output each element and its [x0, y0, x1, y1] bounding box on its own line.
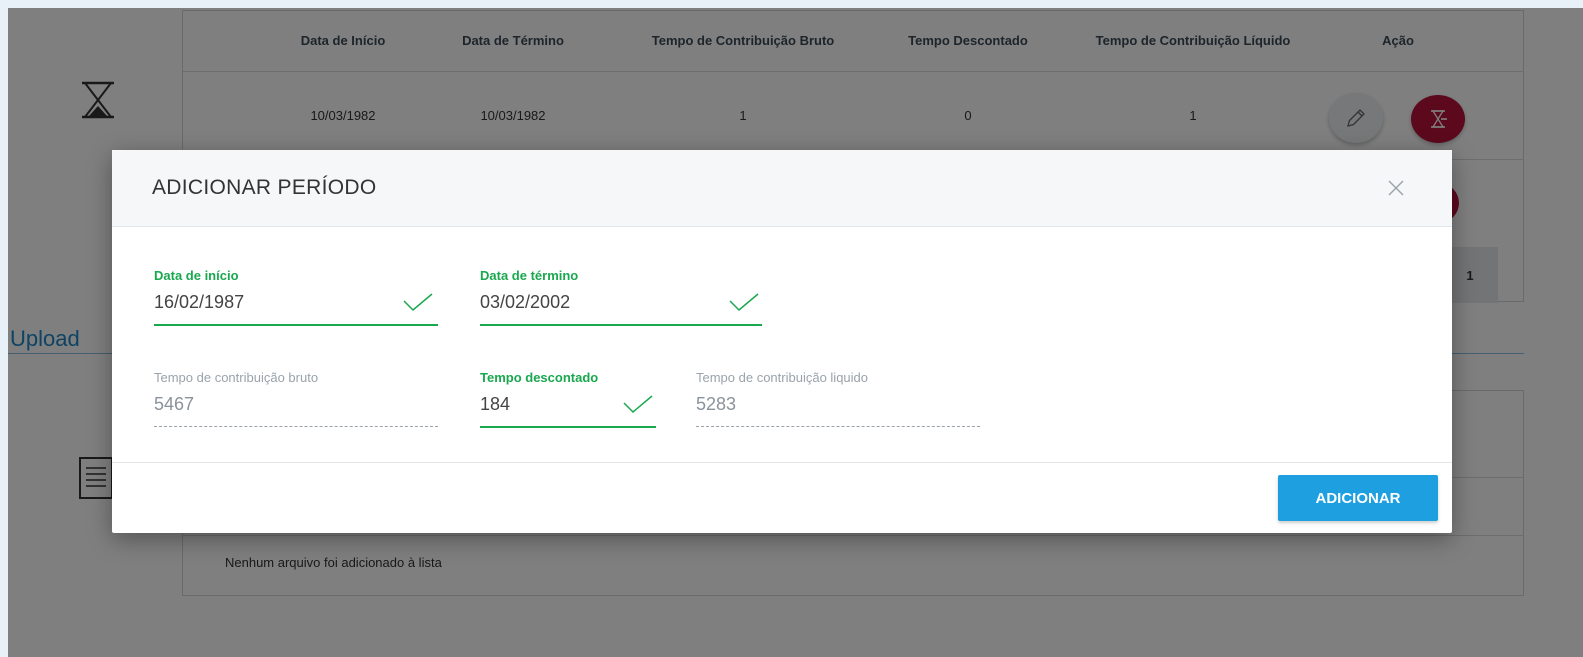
close-icon[interactable] — [1384, 176, 1408, 200]
modal-footer-divider — [112, 462, 1452, 463]
end-date-underline — [480, 324, 762, 326]
add-period-submit-button[interactable]: ADICIONAR — [1278, 475, 1438, 521]
gross-time-label: Tempo de contribuição bruto — [154, 370, 319, 385]
discounted-time-underline — [480, 426, 656, 428]
discounted-time-label: Tempo descontado — [480, 370, 599, 385]
end-date-input[interactable] — [480, 290, 720, 314]
checkmark-icon — [623, 395, 653, 414]
net-time-field: Tempo de contribuição liquido — [696, 370, 980, 430]
net-time-label: Tempo de contribuição liquido — [696, 370, 868, 385]
gross-time-field: Tempo de contribuição bruto — [154, 370, 438, 430]
start-date-input[interactable] — [154, 290, 394, 314]
discounted-time-input[interactable] — [480, 392, 610, 416]
checkmark-icon — [729, 293, 759, 312]
net-time-input — [696, 392, 956, 416]
gross-time-input — [154, 392, 414, 416]
end-date-field: Data de término — [480, 268, 762, 328]
page: Data de Início Data de Término Tempo de … — [8, 8, 1583, 657]
modal-header: ADICIONAR PERÍODO — [112, 150, 1452, 227]
start-date-underline — [154, 324, 438, 326]
start-date-field: Data de início — [154, 268, 438, 328]
discounted-time-field: Tempo descontado — [480, 370, 656, 430]
start-date-label: Data de início — [154, 268, 239, 283]
checkmark-icon — [403, 293, 433, 312]
add-period-modal: ADICIONAR PERÍODO Data de início Data de… — [112, 150, 1452, 533]
left-edge — [0, 0, 8, 657]
gross-time-underline — [154, 426, 438, 427]
top-edge — [8, 0, 1583, 8]
modal-title: ADICIONAR PERÍODO — [152, 176, 377, 199]
end-date-label: Data de término — [480, 268, 579, 283]
net-time-underline — [696, 426, 980, 427]
